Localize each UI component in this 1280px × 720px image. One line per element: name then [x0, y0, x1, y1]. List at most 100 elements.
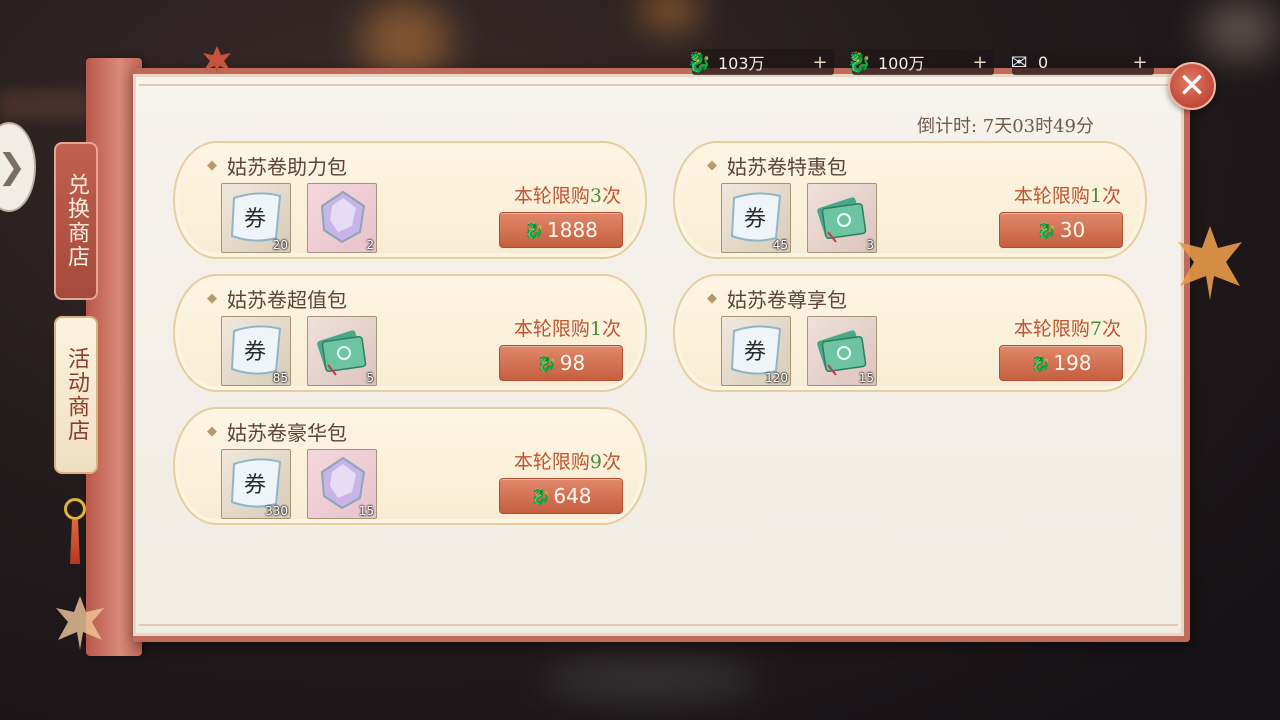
limit-suffix: 次 — [601, 451, 621, 473]
currency-value: 0 — [1038, 52, 1049, 72]
jade-dragon-icon: 🐉 — [846, 50, 872, 74]
pack-title: ◆ 姑苏卷豪华包 — [207, 417, 347, 446]
close-button[interactable]: ✕ — [1168, 62, 1216, 110]
reward-item-ticket[interactable]: 券 20 — [221, 183, 291, 253]
pack-card: ◆ 姑苏卷助力包券 20 2 本轮限购3次 🐉 1888 — [173, 141, 647, 259]
buy-button[interactable]: 🐉 198 — [999, 345, 1123, 381]
reward-item-ticket[interactable]: 券 330 — [221, 449, 291, 519]
price: 648 — [553, 484, 592, 508]
countdown-timer: 倒计时: 7天03时49分 — [916, 116, 1094, 137]
reward-item-gem[interactable]: 15 — [307, 449, 377, 519]
item-count: 15 — [858, 371, 874, 385]
tab-activity-shop[interactable]: 活动商店 — [54, 316, 98, 474]
item-count: 20 — [272, 238, 288, 252]
limit-count: 7 — [1089, 318, 1102, 340]
svg-text:券: 券 — [244, 473, 266, 498]
diamond-bullet-icon: ◆ — [207, 291, 217, 306]
reward-item-ticket[interactable]: 券 45 — [721, 183, 791, 253]
limit-count: 1 — [589, 318, 602, 340]
purchase-limit: 本轮限购7次 — [1014, 314, 1121, 341]
diamond-bullet-icon: ◆ — [707, 291, 717, 306]
svg-text:券: 券 — [244, 340, 266, 365]
limit-prefix: 本轮限购 — [513, 451, 590, 473]
diamond-bullet-icon: ◆ — [707, 158, 717, 173]
limit-prefix: 本轮限购 — [1013, 318, 1090, 340]
tab-exchange-shop[interactable]: 兑换商店 — [54, 142, 98, 300]
purchase-limit: 本轮限购1次 — [1014, 181, 1121, 208]
jade-dragon-icon: 🐉 — [530, 486, 551, 506]
gold-dragon-icon: 🐉 — [686, 50, 712, 74]
price: 198 — [1053, 351, 1092, 375]
reward-item-note[interactable]: 3 — [807, 183, 877, 253]
tab-label: 兑换商店 — [64, 173, 89, 269]
reward-item-note[interactable]: 15 — [807, 316, 877, 386]
add-currency-button[interactable]: + — [970, 52, 990, 73]
price: 98 — [559, 351, 586, 375]
background-glow — [1200, 0, 1280, 60]
limit-count: 1 — [1089, 185, 1102, 207]
limit-suffix: 次 — [1101, 185, 1121, 207]
reward-item-ticket[interactable]: 券 85 — [221, 316, 291, 386]
add-currency-button[interactable]: + — [1130, 52, 1150, 73]
limit-suffix: 次 — [601, 185, 621, 207]
pack-title: ◆ 姑苏卷特惠包 — [707, 151, 847, 180]
currency-gold: 🐉 103万 + — [687, 49, 834, 75]
limit-prefix: 本轮限购 — [1013, 185, 1090, 207]
pack-card: ◆ 姑苏卷特惠包券 45 3 本轮限购1次 🐉 30 — [673, 141, 1147, 259]
pack-title: ◆ 姑苏卷助力包 — [207, 151, 347, 180]
currency-value: 103万 — [718, 54, 765, 73]
limit-prefix: 本轮限购 — [513, 185, 590, 207]
knot-ornament — [64, 498, 86, 520]
item-count: 85 — [272, 371, 288, 385]
pack-card: ◆ 姑苏卷尊享包券 120 15 本轮限购7次 🐉 198 — [673, 274, 1147, 392]
gold-dragon-icon: 🐉 — [524, 220, 544, 240]
pack-title: ◆ 姑苏卷超值包 — [207, 284, 347, 313]
close-icon: ✕ — [1177, 66, 1207, 106]
svg-text:券: 券 — [244, 207, 266, 232]
tassel-ornament — [70, 520, 80, 564]
pack-title-text: 姑苏卷超值包 — [227, 288, 347, 312]
reward-item-ticket[interactable]: 券 120 — [721, 316, 791, 386]
item-count: 45 — [772, 238, 788, 252]
item-count: 2 — [366, 238, 374, 252]
pack-card: ◆ 姑苏卷超值包券 85 5 本轮限购1次 🐉 98 — [173, 274, 647, 392]
jade-dragon-icon: 🐉 — [536, 353, 557, 373]
item-count: 3 — [866, 238, 874, 252]
pack-title-text: 姑苏卷助力包 — [227, 155, 347, 179]
item-count: 120 — [765, 371, 788, 385]
pack-title-text: 姑苏卷特惠包 — [727, 155, 847, 179]
item-count: 15 — [358, 504, 374, 518]
ticket-icon: ✉ — [1010, 50, 1028, 74]
pack-card: ◆ 姑苏卷豪华包券 330 15 本轮限购9次 🐉 648 — [173, 407, 647, 525]
currency-jade: 🐉 100万 + — [847, 49, 994, 75]
currency-value: 100万 — [878, 54, 925, 73]
price: 1888 — [547, 218, 598, 242]
maple-leaf-icon — [203, 46, 231, 74]
background-glow — [540, 660, 760, 700]
limit-suffix: 次 — [601, 318, 621, 340]
add-currency-button[interactable]: + — [810, 52, 830, 73]
buy-button[interactable]: 🐉 1888 — [499, 212, 623, 248]
tab-label: 活动商店 — [64, 347, 89, 443]
limit-suffix: 次 — [1101, 318, 1121, 340]
pack-title-text: 姑苏卷豪华包 — [227, 421, 347, 445]
item-count: 330 — [265, 504, 288, 518]
purchase-limit: 本轮限购1次 — [514, 314, 621, 341]
background-beam — [0, 90, 90, 120]
maple-leaf-icon — [56, 596, 104, 650]
jade-dragon-icon: 🐉 — [1036, 220, 1057, 240]
pack-title-text: 姑苏卷尊享包 — [727, 288, 847, 312]
limit-prefix: 本轮限购 — [513, 318, 590, 340]
reward-item-gem[interactable]: 2 — [307, 183, 377, 253]
chevron-right-icon[interactable]: ❯ — [0, 122, 36, 212]
buy-button[interactable]: 🐉 30 — [999, 212, 1123, 248]
buy-button[interactable]: 🐉 98 — [499, 345, 623, 381]
diamond-bullet-icon: ◆ — [207, 158, 217, 173]
item-count: 5 — [366, 371, 374, 385]
maple-leaf-icon — [1178, 226, 1242, 300]
currency-ticket: ✉ 0 + — [1011, 49, 1154, 75]
diamond-bullet-icon: ◆ — [207, 424, 217, 439]
buy-button[interactable]: 🐉 648 — [499, 478, 623, 514]
reward-item-note[interactable]: 5 — [307, 316, 377, 386]
background-lantern — [640, 0, 700, 30]
